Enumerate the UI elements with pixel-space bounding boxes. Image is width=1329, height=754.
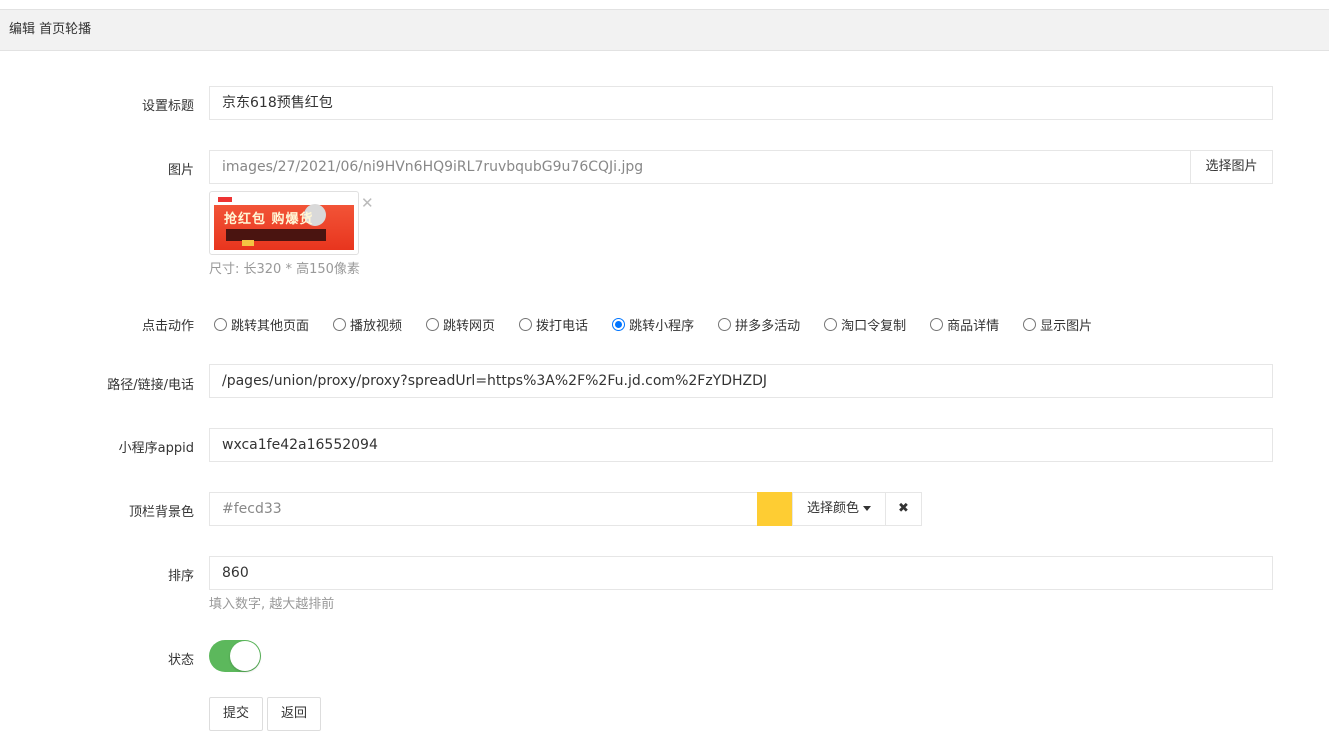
radio-taobao-code[interactable]: 淘口令复制 <box>824 315 906 334</box>
clear-color-button[interactable]: ✖ <box>885 492 922 526</box>
radio-play-video[interactable]: 播放视频 <box>333 315 402 334</box>
color-swatch[interactable] <box>757 492 793 526</box>
appid-label: 小程序appid <box>118 441 194 456</box>
sort-input[interactable]: 860 <box>209 556 1273 590</box>
radio-show-image[interactable]: 显示图片 <box>1023 315 1092 334</box>
color-input[interactable]: #fecd33 <box>209 492 758 526</box>
radio-product-detail[interactable]: 商品详情 <box>930 315 999 334</box>
title-label: 设置标题 <box>141 99 194 114</box>
image-thumbnail: 抢红包 购爆货 <box>209 191 359 255</box>
sort-label: 排序 <box>167 569 194 584</box>
radio-circle-icon <box>930 317 944 331</box>
action-label: 点击动作 <box>141 319 194 334</box>
panel-header: 编辑 首页轮播 <box>0 9 1329 51</box>
caret-down-icon <box>863 506 871 511</box>
image-size-hint: 尺寸: 长320 * 高150像素 <box>209 262 360 277</box>
status-toggle[interactable] <box>209 640 261 672</box>
page-title: 编辑 首页轮播 <box>9 22 92 37</box>
close-icon: ✖ <box>898 501 909 516</box>
appid-input[interactable]: wxca1fe42a16552094 <box>209 428 1273 462</box>
radio-circle-icon <box>214 317 227 331</box>
image-label: 图片 <box>167 163 194 178</box>
image-path-input[interactable]: images/27/2021/06/ni9HVn6HQ9iRL7ruvbqubG… <box>209 150 1191 184</box>
radio-circle-icon <box>333 317 347 331</box>
status-label: 状态 <box>167 653 194 668</box>
banner-preview-image: 抢红包 购爆货 <box>214 196 354 250</box>
radio-circle-icon <box>519 317 533 331</box>
submit-button[interactable]: 提交 <box>209 697 263 731</box>
select-image-button[interactable]: 选择图片 <box>1190 150 1273 184</box>
back-button[interactable]: 返回 <box>267 697 321 731</box>
radio-checked-icon <box>612 317 626 331</box>
path-label: 路径/链接/电话 <box>107 378 194 393</box>
radio-webpage[interactable]: 跳转网页 <box>426 315 495 334</box>
radio-phone-call[interactable]: 拨打电话 <box>519 315 588 334</box>
radio-circle-icon <box>718 317 732 331</box>
radio-mini-program[interactable]: 跳转小程序 <box>612 315 694 334</box>
radio-circle-icon <box>426 317 440 331</box>
toggle-knob <box>230 641 260 671</box>
radio-circle-icon <box>824 317 838 331</box>
topbar-color-label: 顶栏背景色 <box>128 505 194 520</box>
radio-other-page[interactable]: 跳转其他页面 <box>214 315 309 334</box>
path-input[interactable]: /pages/union/proxy/proxy?spreadUrl=https… <box>209 364 1273 398</box>
title-input[interactable]: 京东618预售红包 <box>209 86 1273 120</box>
radio-pdd-activity[interactable]: 拼多多活动 <box>718 315 800 334</box>
sort-hint: 填入数字, 越大越排前 <box>209 597 335 612</box>
radio-circle-icon <box>1023 317 1037 331</box>
remove-image-icon[interactable]: ✕ <box>361 194 374 212</box>
thumb-text: 抢红包 购爆货 <box>224 212 314 227</box>
action-radio-group: 跳转其他页面 播放视频 跳转网页 拨打电话 跳转小程序 拼多多活动 淘口令复制 … <box>214 314 1092 334</box>
select-color-button[interactable]: 选择颜色 <box>792 492 886 526</box>
